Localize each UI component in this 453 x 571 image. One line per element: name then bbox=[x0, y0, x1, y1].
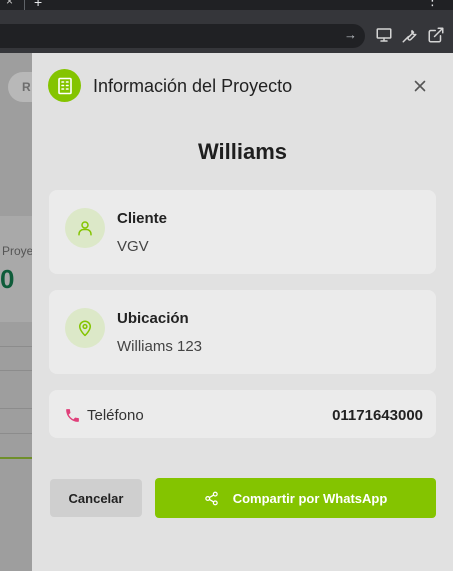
phone-row[interactable]: Teléfono 01171643000 bbox=[49, 390, 436, 438]
client-value: VGV bbox=[117, 238, 149, 255]
client-label: Cliente bbox=[117, 210, 168, 227]
client-card: Cliente VGV bbox=[49, 190, 436, 274]
building-icon bbox=[48, 69, 81, 102]
phone-value[interactable]: 01171643000 bbox=[332, 407, 423, 424]
share-icon bbox=[204, 491, 218, 505]
desktop-icon[interactable] bbox=[375, 26, 393, 44]
background-stat-label: Proye bbox=[2, 244, 32, 258]
browser-toolbar: → bbox=[0, 10, 453, 53]
project-name: Williams bbox=[197, 139, 288, 164]
new-tab-icon[interactable]: + bbox=[34, 0, 42, 9]
close-button[interactable] bbox=[409, 75, 431, 97]
cancel-button[interactable]: Cancelar bbox=[50, 479, 142, 517]
background-divider bbox=[0, 408, 32, 409]
close-icon[interactable] bbox=[414, 80, 426, 92]
map-pin-icon bbox=[65, 308, 105, 348]
location-value: Williams 123 bbox=[117, 338, 203, 355]
location-label: Ubicación bbox=[117, 310, 189, 327]
background-stat-card: Proye 0 bbox=[0, 216, 32, 322]
browser-tabstrip: × + ⋮ bbox=[0, 0, 453, 10]
share-button-label: Compartir por WhatsApp bbox=[232, 490, 388, 506]
go-arrow-icon[interactable]: → bbox=[344, 27, 357, 42]
tab-divider bbox=[24, 0, 25, 10]
location-card: Ubicación Williams 123 bbox=[49, 290, 436, 374]
background-filter-pill: R bbox=[8, 72, 32, 102]
share-whatsapp-button[interactable]: Compartir por WhatsApp bbox=[155, 478, 436, 518]
tab-close-icon[interactable]: × bbox=[6, 0, 13, 7]
background-accent-line bbox=[0, 457, 32, 459]
panel-title: Información del Proyecto bbox=[93, 76, 293, 96]
background-stat-value: 0 bbox=[0, 264, 15, 294]
open-external-icon[interactable] bbox=[427, 26, 445, 44]
background-page-overlay: R Proye 0 bbox=[0, 53, 32, 571]
browser-menu-icon[interactable]: ⋮ bbox=[426, 0, 439, 7]
background-divider bbox=[0, 370, 32, 371]
background-divider bbox=[0, 346, 32, 347]
phone-label: Teléfono bbox=[87, 407, 144, 424]
user-icon bbox=[65, 208, 105, 248]
phone-icon bbox=[66, 409, 79, 422]
project-info-panel: Información del Proyecto Williams Client… bbox=[32, 53, 453, 571]
wrench-icon[interactable] bbox=[401, 26, 419, 44]
address-bar[interactable]: → bbox=[0, 24, 365, 48]
background-divider bbox=[0, 433, 32, 434]
